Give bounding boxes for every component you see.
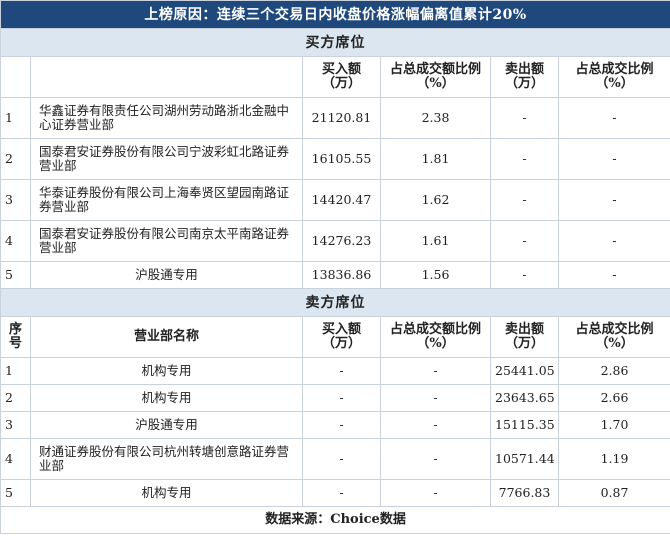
- sell-section-title: 卖方席位: [0, 288, 670, 317]
- buy-header-sell-amount: 卖出额（万）: [490, 56, 559, 98]
- rank-cell: 1: [0, 357, 31, 385]
- branch-name-cell: 机构专用: [30, 479, 303, 507]
- buy-header-buy-amount: 买入额（万）: [302, 56, 381, 98]
- sell-pct-cell: 2.86: [557, 357, 670, 385]
- buy-pct-cell: 1.56: [380, 261, 491, 289]
- buy-amount-cell: -: [302, 479, 381, 507]
- buy-pct-cell: 1.81: [380, 138, 491, 180]
- sell-amount-cell: -: [490, 97, 559, 139]
- rank-cell: 4: [0, 220, 31, 262]
- sell-pct-cell: -: [557, 261, 670, 289]
- buy-pct-cell: -: [380, 411, 491, 439]
- branch-name-cell: 沪股通专用: [30, 411, 303, 439]
- sell-pct-cell: 2.66: [557, 384, 670, 412]
- buy-amount-cell: 14276.23: [302, 220, 381, 262]
- branch-name-cell: 机构专用: [30, 384, 303, 412]
- buy-pct-cell: -: [380, 479, 491, 507]
- rank-cell: 5: [0, 261, 31, 289]
- buy-section-title: 买方席位: [0, 28, 670, 57]
- buy-pct-cell: -: [380, 438, 491, 480]
- sell-amount-cell: -: [490, 179, 559, 221]
- sell-amount-cell: -: [490, 261, 559, 289]
- sell-header-name: 营业部名称: [30, 316, 303, 358]
- data-source-footer: 数据来源：Choice数据: [0, 506, 670, 534]
- branch-name-cell: 国泰君安证券股份有限公司南京太平南路证券营业部: [30, 220, 303, 262]
- buy-amount-cell: -: [302, 357, 381, 385]
- buy-pct-cell: -: [380, 384, 491, 412]
- table-row: 3 沪股通专用 - - 15115.35 1.70: [0, 411, 670, 439]
- branch-name-cell: 财通证券股份有限公司杭州转塘创意路证券营业部: [30, 438, 303, 480]
- branch-name-cell: 机构专用: [30, 357, 303, 385]
- sell-pct-cell: -: [557, 179, 670, 221]
- buy-pct-cell: -: [380, 357, 491, 385]
- table-row: 2 国泰君安证券股份有限公司宁波彩虹北路证券营业部 16105.55 1.81 …: [0, 138, 670, 180]
- sell-amount-cell: -: [490, 220, 559, 262]
- table-row: 5 沪股通专用 13836.86 1.56 - -: [0, 261, 670, 289]
- buy-header-row: 买入额（万） 占总成交额比例（%） 卖出额（万） 占总成交比例（%）: [0, 56, 670, 98]
- sell-amount-cell: 15115.35: [490, 411, 559, 439]
- sell-pct-cell: 1.19: [557, 438, 670, 480]
- sell-header-buy-pct: 占总成交额比例（%）: [380, 316, 491, 358]
- buy-header-buy-pct: 占总成交额比例（%）: [380, 56, 491, 98]
- table-title: 上榜原因：连续三个交易日内收盘价格涨幅偏离值累计20%: [0, 0, 670, 29]
- table-row: 1 机构专用 - - 25441.05 2.86: [0, 357, 670, 385]
- sell-pct-cell: -: [557, 97, 670, 139]
- sell-amount-cell: 25441.05: [490, 357, 559, 385]
- sell-amount-cell: 23643.65: [490, 384, 559, 412]
- sell-amount-cell: -: [490, 138, 559, 180]
- sell-amount-cell: 10571.44: [490, 438, 559, 480]
- rank-cell: 3: [0, 179, 31, 221]
- buy-header-sell-pct: 占总成交比例（%）: [557, 56, 670, 98]
- sell-amount-cell: 7766.83: [490, 479, 559, 507]
- table-row: 3 华泰证券股份有限公司上海奉贤区望园南路证券营业部 14420.47 1.62…: [0, 179, 670, 221]
- branch-name-cell: 华泰证券股份有限公司上海奉贤区望园南路证券营业部: [30, 179, 303, 221]
- rank-cell: 3: [0, 411, 31, 439]
- branch-name-cell: 沪股通专用: [30, 261, 303, 289]
- sell-header-row: 序号 营业部名称 买入额（万） 占总成交额比例（%） 卖出额（万） 占总成交比例…: [0, 316, 670, 358]
- buy-pct-cell: 1.62: [380, 179, 491, 221]
- sell-header-sell-pct: 占总成交比例（%）: [557, 316, 670, 358]
- buy-amount-cell: -: [302, 411, 381, 439]
- table-row: 4 国泰君安证券股份有限公司南京太平南路证券营业部 14276.23 1.61 …: [0, 220, 670, 262]
- rank-cell: 2: [0, 138, 31, 180]
- table-row: 4 财通证券股份有限公司杭州转塘创意路证券营业部 - - 10571.44 1.…: [0, 438, 670, 480]
- rank-cell: 5: [0, 479, 31, 507]
- sell-pct-cell: -: [557, 220, 670, 262]
- sell-header-buy-amount: 买入额（万）: [302, 316, 381, 358]
- rank-cell: 1: [0, 97, 31, 139]
- table-row: 5 机构专用 - - 7766.83 0.87: [0, 479, 670, 507]
- rank-cell: 2: [0, 384, 31, 412]
- buy-header-name: [30, 56, 303, 98]
- buy-amount-cell: -: [302, 438, 381, 480]
- buy-header-rank: [0, 56, 31, 98]
- buy-amount-cell: 16105.55: [302, 138, 381, 180]
- sell-pct-cell: -: [557, 138, 670, 180]
- buy-amount-cell: 13836.86: [302, 261, 381, 289]
- lhb-table: 上榜原因：连续三个交易日内收盘价格涨幅偏离值累计20% 买方席位 买入额（万） …: [0, 0, 670, 534]
- buy-amount-cell: -: [302, 384, 381, 412]
- buy-amount-cell: 21120.81: [302, 97, 381, 139]
- buy-pct-cell: 2.38: [380, 97, 491, 139]
- branch-name-cell: 华鑫证券有限责任公司湖州劳动路浙北金融中心证券营业部: [30, 97, 303, 139]
- table-row: 2 机构专用 - - 23643.65 2.66: [0, 384, 670, 412]
- sell-pct-cell: 0.87: [557, 479, 670, 507]
- sell-header-rank: 序号: [0, 316, 31, 358]
- sell-header-sell-amount: 卖出额（万）: [490, 316, 559, 358]
- branch-name-cell: 国泰君安证券股份有限公司宁波彩虹北路证券营业部: [30, 138, 303, 180]
- buy-amount-cell: 14420.47: [302, 179, 381, 221]
- buy-pct-cell: 1.61: [380, 220, 491, 262]
- rank-cell: 4: [0, 438, 31, 480]
- table-row: 1 华鑫证券有限责任公司湖州劳动路浙北金融中心证券营业部 21120.81 2.…: [0, 97, 670, 139]
- sell-pct-cell: 1.70: [557, 411, 670, 439]
